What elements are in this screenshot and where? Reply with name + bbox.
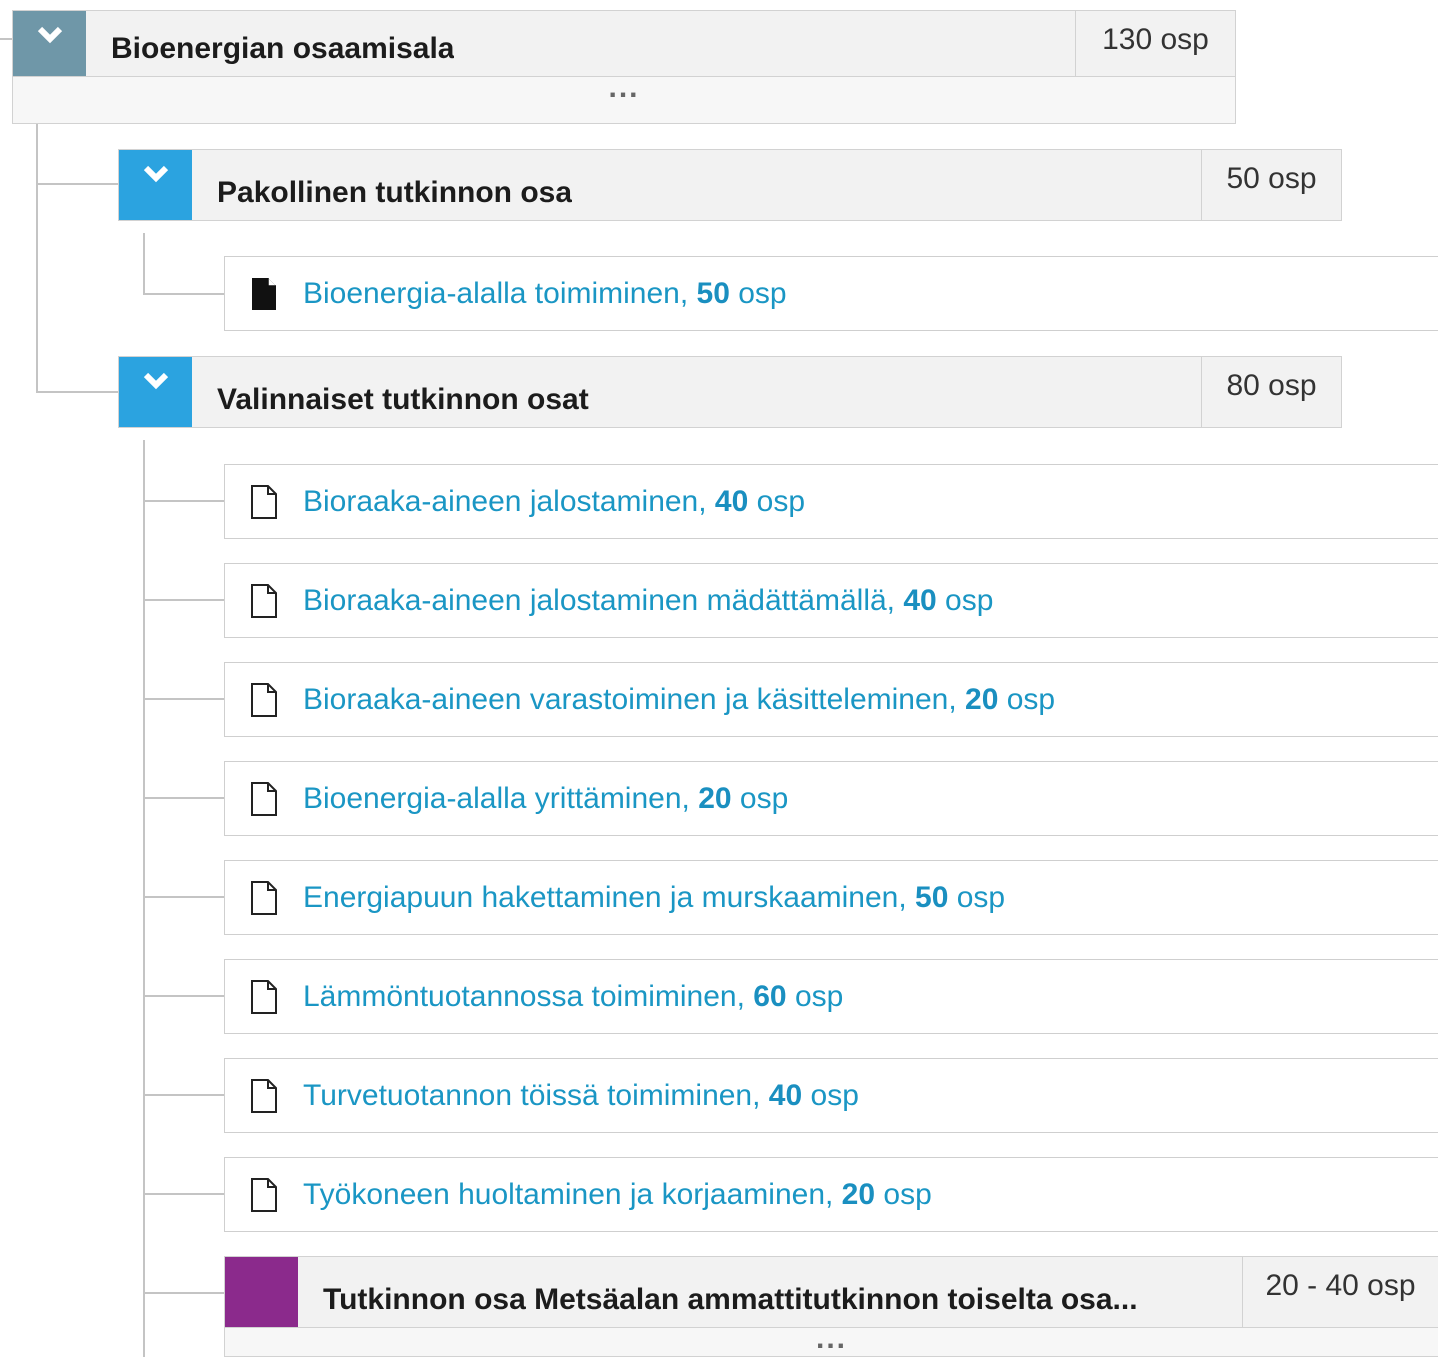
tree-line-item-8	[143, 1193, 225, 1195]
tree-line-to-pakollinen	[36, 183, 120, 185]
tree-line-item-1	[143, 500, 225, 502]
ellipsis-icon: ...	[815, 1322, 847, 1355]
document-filled-icon	[252, 277, 276, 310]
list-item[interactable]: Bioenergia-alalla yrittäminen, 20 osp	[224, 761, 1438, 836]
list-item[interactable]: Bioraaka-aineen jalostaminen mädättämäll…	[224, 563, 1438, 638]
list-item[interactable]: Työkoneen huoltaminen ja korjaaminen, 20…	[224, 1157, 1438, 1232]
tree-line-subgroup	[143, 1292, 225, 1294]
list-item[interactable]: Energiapuun hakettaminen ja murskaaminen…	[224, 860, 1438, 935]
item-link[interactable]: Bioenergia-alalla toimiminen, 50 osp	[303, 277, 787, 311]
group-title: Valinnaiset tutkinnon osat	[217, 383, 589, 416]
group-pakollinen: Pakollinen tutkinnon osa 50 osp	[118, 149, 1342, 221]
tree-line-pakollinen	[143, 233, 145, 295]
tree-line-valinnaiset	[143, 440, 145, 1357]
ellipsis-icon: ...	[608, 71, 640, 104]
item-link[interactable]: Lämmöntuotannossa toimiminen, 60 osp	[303, 980, 843, 1014]
chevron-down-icon	[37, 26, 62, 44]
group-color-marker[interactable]	[225, 1257, 298, 1327]
document-outline-icon	[251, 682, 277, 717]
more-button[interactable]: ...	[224, 1322, 1438, 1357]
item-link[interactable]: Bioraaka-aineen jalostaminen mädättämäll…	[303, 584, 993, 618]
more-button[interactable]: ...	[12, 71, 1236, 124]
group-bioenergian-osaamisala: Bioenergian osaamisala 130 osp	[12, 10, 1236, 77]
item-link[interactable]: Energiapuun hakettaminen ja murskaaminen…	[303, 881, 1005, 915]
group-credits: 20 - 40 osp	[1242, 1257, 1438, 1327]
chevron-down-icon	[143, 372, 168, 390]
item-link[interactable]: Bioraaka-aineen varastoiminen ja käsitte…	[303, 683, 1055, 717]
document-outline-icon	[251, 979, 277, 1014]
document-outline-icon	[251, 781, 277, 816]
item-link[interactable]: Työkoneen huoltaminen ja korjaaminen, 20…	[303, 1178, 932, 1212]
tree-line-pakollinen-item	[143, 293, 225, 295]
tree-line-item-4	[143, 797, 225, 799]
document-outline-icon	[251, 1177, 277, 1212]
item-link[interactable]: Bioenergia-alalla yrittäminen, 20 osp	[303, 782, 788, 816]
list-item[interactable]: Lämmöntuotannossa toimiminen, 60 osp	[224, 959, 1438, 1034]
document-outline-icon	[251, 880, 277, 915]
collapse-toggle-button[interactable]	[119, 357, 192, 427]
collapse-toggle-button[interactable]	[119, 150, 192, 220]
chevron-down-icon	[143, 165, 168, 183]
item-link[interactable]: Turvetuotannon töissä toimiminen, 40 osp	[303, 1079, 859, 1113]
item-link[interactable]: Bioraaka-aineen jalostaminen, 40 osp	[303, 485, 805, 519]
group-title: Pakollinen tutkinnon osa	[217, 176, 573, 209]
document-outline-icon	[251, 1078, 277, 1113]
document-outline-icon	[251, 583, 277, 618]
group-valinnaiset: Valinnaiset tutkinnon osat 80 osp	[118, 356, 1342, 428]
list-item[interactable]: Bioraaka-aineen varastoiminen ja käsitte…	[224, 662, 1438, 737]
collapse-toggle-button[interactable]	[13, 11, 86, 76]
group-metsaalan-tutkinnon-osa: Tutkinnon osa Metsäalan ammattitutkinnon…	[224, 1256, 1438, 1328]
tree-line-item-2	[143, 599, 225, 601]
tree-line-item-5	[143, 896, 225, 898]
list-item[interactable]: Bioenergia-alalla toimiminen, 50 osp	[224, 256, 1438, 331]
document-outline-icon	[251, 484, 277, 519]
list-item[interactable]: Bioraaka-aineen jalostaminen, 40 osp	[224, 464, 1438, 539]
group-title: Bioenergian osaamisala	[111, 32, 455, 65]
tree-line-level1	[36, 124, 38, 392]
tree-line-to-valinnaiset	[36, 391, 120, 393]
tree-line-item-7	[143, 1094, 225, 1096]
list-item[interactable]: Turvetuotannon töissä toimiminen, 40 osp	[224, 1058, 1438, 1133]
tree-line-item-6	[143, 995, 225, 997]
group-title: Tutkinnon osa Metsäalan ammattitutkinnon…	[323, 1283, 1138, 1316]
group-credits: 130 osp	[1075, 11, 1235, 76]
group-credits: 80 osp	[1201, 357, 1341, 427]
tree-line-item-3	[143, 698, 225, 700]
group-credits: 50 osp	[1201, 150, 1341, 220]
